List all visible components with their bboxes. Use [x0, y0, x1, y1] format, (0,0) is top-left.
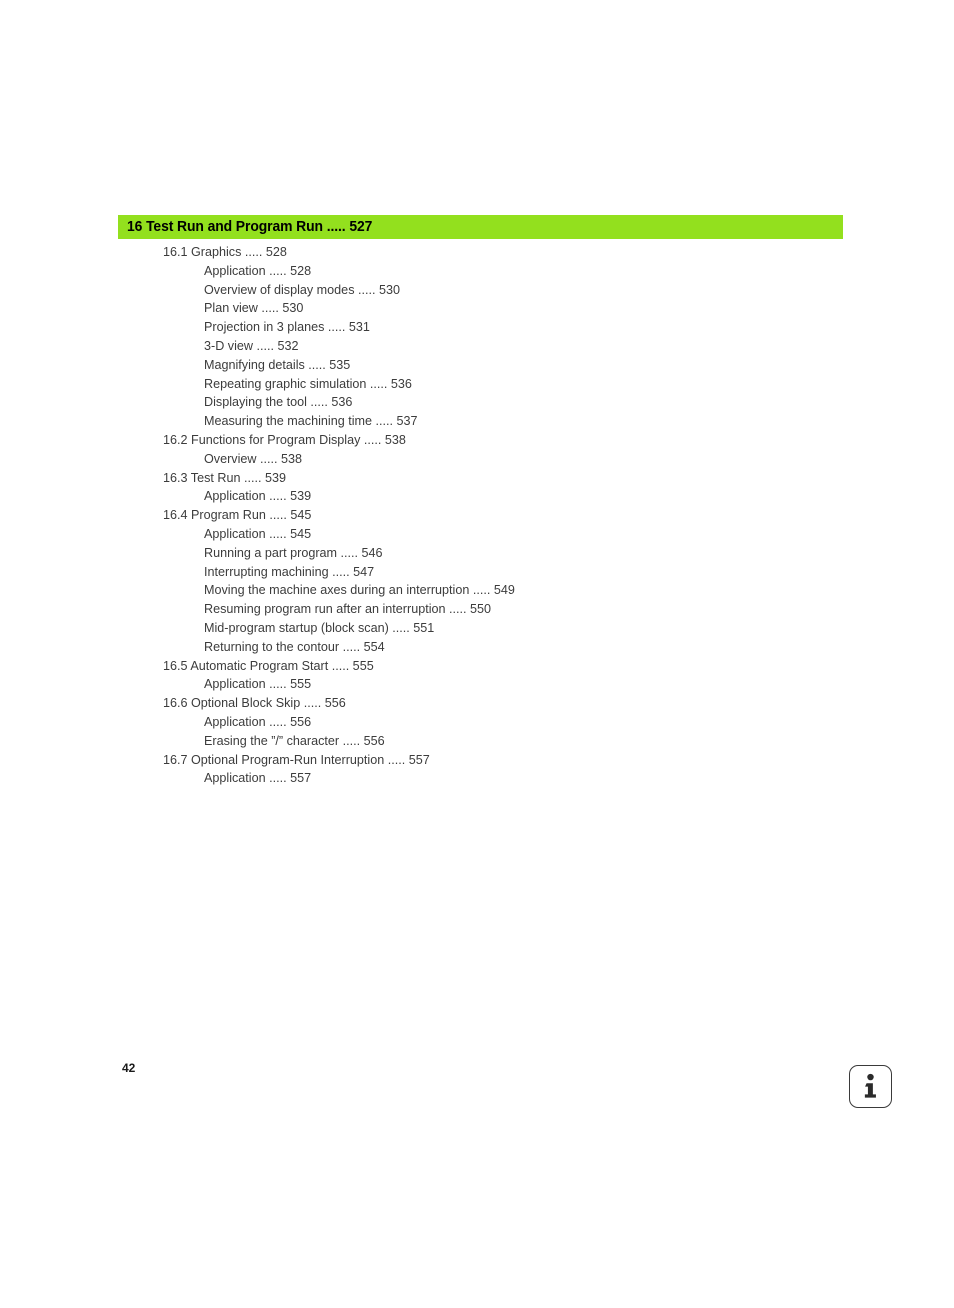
chapter-header-bar: 16 Test Run and Program Run ..... 527 [118, 215, 843, 239]
toc-entry[interactable]: 16.5 Automatic Program Start ..... 555 [0, 657, 954, 676]
document-page: 16 Test Run and Program Run ..... 527 16… [0, 0, 954, 1308]
toc-entry[interactable]: Plan view ..... 530 [0, 299, 954, 318]
toc-entry[interactable]: Application ..... 555 [0, 675, 954, 694]
toc-entry[interactable]: Overview ..... 538 [0, 450, 954, 469]
toc-entry[interactable]: Measuring the machining time ..... 537 [0, 412, 954, 431]
toc-entry[interactable]: 16.4 Program Run ..... 545 [0, 506, 954, 525]
toc-entry[interactable]: Moving the machine axes during an interr… [0, 581, 954, 600]
toc-entry[interactable]: Returning to the contour ..... 554 [0, 638, 954, 657]
info-icon [849, 1065, 892, 1108]
table-of-contents: 16.1 Graphics ..... 528 Application .....… [0, 243, 954, 788]
toc-entry[interactable]: Erasing the ”/” character ..... 556 [0, 732, 954, 751]
toc-entry[interactable]: Resuming program run after an interrupti… [0, 600, 954, 619]
toc-entry[interactable]: Application ..... 545 [0, 525, 954, 544]
toc-entry[interactable]: 16.7 Optional Program-Run Interruption .… [0, 751, 954, 770]
toc-entry[interactable]: 16.3 Test Run ..... 539 [0, 469, 954, 488]
toc-entry[interactable]: Application ..... 556 [0, 713, 954, 732]
toc-entry[interactable]: Overview of display modes ..... 530 [0, 281, 954, 300]
toc-entry[interactable]: 3-D view ..... 532 [0, 337, 954, 356]
page-number: 42 [122, 1061, 136, 1075]
toc-entry[interactable]: 16.6 Optional Block Skip ..... 556 [0, 694, 954, 713]
toc-entry[interactable]: Running a part program ..... 546 [0, 544, 954, 563]
toc-entry[interactable]: 16.1 Graphics ..... 528 [0, 243, 954, 262]
toc-entry[interactable]: Repeating graphic simulation ..... 536 [0, 375, 954, 394]
toc-entry[interactable]: Application ..... 557 [0, 769, 954, 788]
toc-entry[interactable]: Application ..... 528 [0, 262, 954, 281]
toc-entry[interactable]: Projection in 3 planes ..... 531 [0, 318, 954, 337]
toc-entry[interactable]: Application ..... 539 [0, 487, 954, 506]
chapter-title: 16 Test Run and Program Run ..... 527 [127, 219, 373, 235]
toc-entry[interactable]: 16.2 Functions for Program Display .....… [0, 431, 954, 450]
toc-entry[interactable]: Interrupting machining ..... 547 [0, 563, 954, 582]
toc-entry[interactable]: Mid-program startup (block scan) ..... 5… [0, 619, 954, 638]
toc-entry[interactable]: Displaying the tool ..... 536 [0, 393, 954, 412]
toc-entry[interactable]: Magnifying details ..... 535 [0, 356, 954, 375]
